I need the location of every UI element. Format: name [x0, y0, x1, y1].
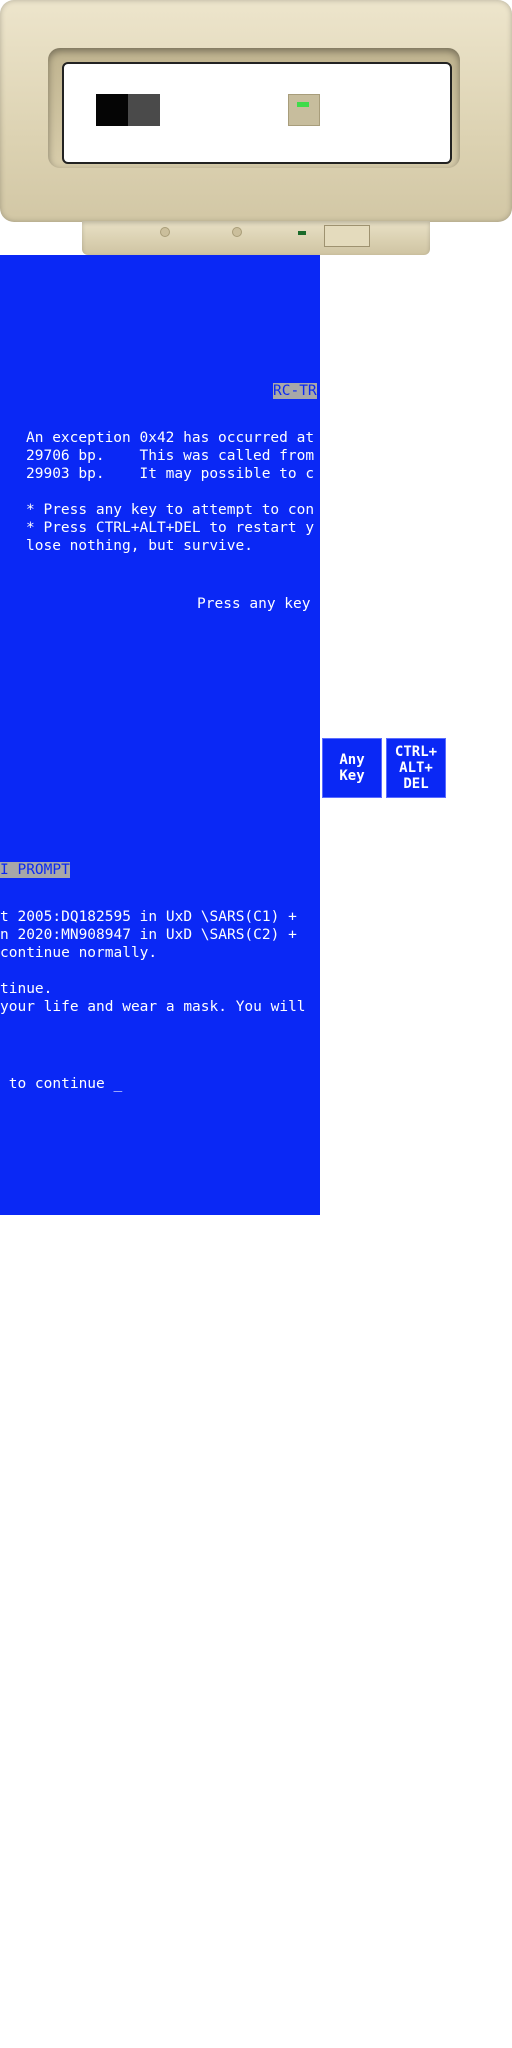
knob-icon	[232, 227, 242, 237]
any-key-button[interactable]: Any Key	[322, 738, 382, 798]
knob-icon	[160, 227, 170, 237]
screen-window	[62, 62, 452, 164]
bsod-prompt-right: Press any key	[197, 596, 311, 612]
ctrl-alt-del-label: CTRL+ ALT+ DEL	[394, 744, 438, 792]
black-swatch	[96, 94, 128, 126]
bsod-prompt-left: to continue _	[0, 1076, 123, 1092]
power-indicator	[288, 94, 320, 126]
power-led-icon	[297, 102, 309, 107]
drive-bay	[82, 221, 430, 255]
bsod-title-left: I PROMPT	[0, 862, 70, 878]
floppy-slot	[324, 225, 370, 247]
ctrl-alt-del-button[interactable]: CTRL+ ALT+ DEL	[386, 738, 446, 798]
blue-screen: RC-TR An exception 0x42 has occurred at …	[0, 255, 320, 1215]
gray-swatch	[128, 94, 160, 126]
drive-led-icon	[298, 231, 306, 235]
bsod-title-right: RC-TR	[273, 383, 317, 399]
bsod-message-right: An exception 0x42 has occurred at 29706 …	[26, 430, 315, 554]
monitor-bezel	[0, 0, 512, 222]
bsod-message-left: t 2005:DQ182595 in UxD \SARS(C1) + n 202…	[0, 909, 306, 1015]
any-key-label: Any Key	[339, 752, 365, 784]
